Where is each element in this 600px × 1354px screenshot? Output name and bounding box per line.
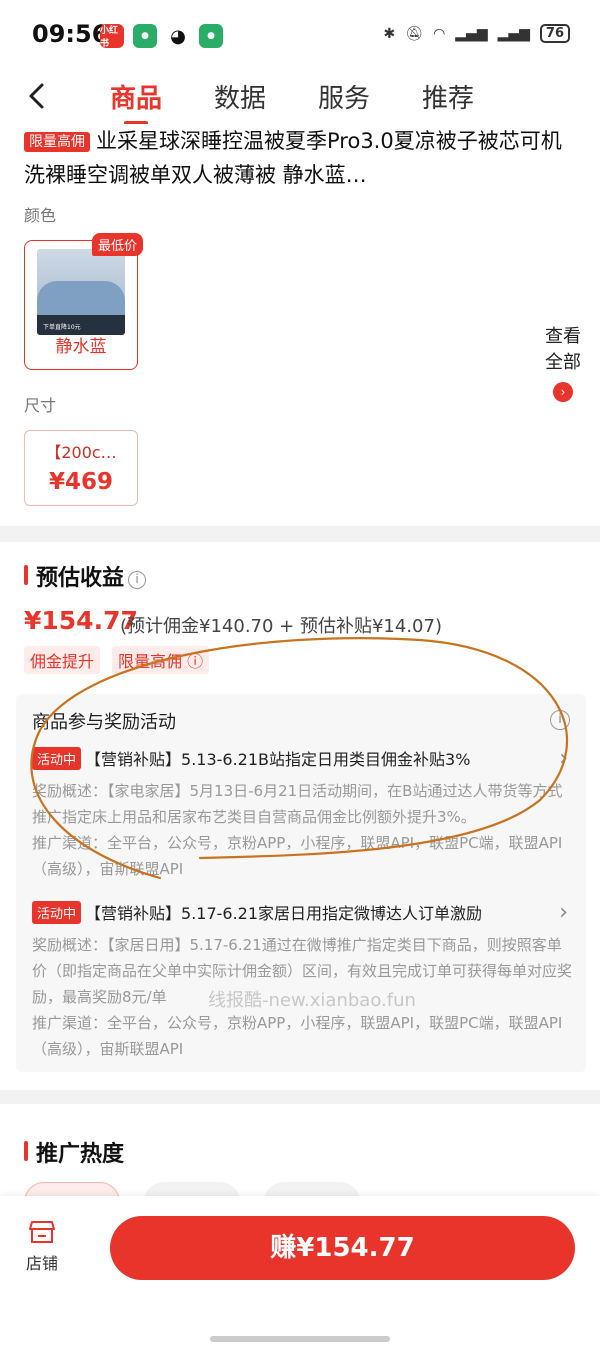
- earnings-detail: (预计佣金¥140.70 + 预估补贴¥14.07): [120, 616, 442, 637]
- xiaohongshu-icon: 小红书: [100, 24, 124, 49]
- activities-header: 商品参与奖励活动: [32, 712, 176, 733]
- info-icon[interactable]: i: [550, 710, 570, 730]
- size-option-name: 【200c…: [45, 443, 117, 462]
- status-time: 09:56: [32, 20, 109, 48]
- view-all-label: 查看全部: [545, 326, 581, 373]
- thumbnail-caption: 下单直降10元: [43, 324, 81, 331]
- heat-title: 推广热度: [24, 1136, 124, 1168]
- size-label: 尺寸: [24, 396, 57, 415]
- product-title-block: 限量高佣 业采星球深睡控温被夏季Pro3.0夏凉被子被芯可机洗裸睡空调被单双人被薄…: [24, 124, 580, 186]
- activity-title: 【营销补贴】5.17-6.21家居日用指定微博达人订单激励: [85, 904, 483, 923]
- activity-item[interactable]: 活动中 【营销补贴】5.13-6.21B站指定日用类目佣金补贴3% › 奖励概述…: [32, 746, 572, 882]
- status-app-icons: 小红书 ● ◕ ●: [100, 24, 223, 49]
- product-thumbnail: 下单直降10元: [37, 249, 125, 335]
- color-label: 颜色: [24, 206, 57, 225]
- tab-data[interactable]: 数据: [214, 78, 266, 123]
- lowest-price-badge: 最低价: [91, 233, 143, 256]
- bed-graphic: [37, 281, 125, 315]
- color-option[interactable]: 下单直降10元 最低价 静水蓝: [24, 233, 143, 370]
- tab-product[interactable]: 商品: [110, 78, 162, 125]
- chevron-right-icon: ›: [559, 746, 568, 771]
- product-card: 限量高佣 业采星球深睡控温被夏季Pro3.0夏凉被子被芯可机洗裸睡空调被单双人被薄…: [0, 124, 600, 526]
- watermark: 线报酷-new.xianbao.fun: [208, 990, 416, 1011]
- activity-status-badge: 活动中: [32, 746, 82, 770]
- product-title: 业采星球深睡控温被夏季Pro3.0夏凉被子被芯可机洗裸睡空调被单双人被薄被 静水…: [24, 129, 562, 186]
- mute-icon: 🔕︎: [405, 25, 424, 42]
- top-nav: 商品 数据 服务 推荐: [0, 72, 600, 125]
- status-bar: 09:56 小红书 ● ◕ ● ✱ 🔕︎ ◠ ▂▄▆ ▂▄▆ 76: [0, 0, 600, 72]
- size-option[interactable]: 【200c… ¥469: [24, 430, 138, 506]
- chevron-right-icon: ›: [553, 382, 573, 402]
- activity-status-badge: 活动中: [32, 900, 82, 924]
- activity-item[interactable]: 活动中 【营销补贴】5.17-6.21家居日用指定微博达人订单激励 › 奖励概述…: [32, 900, 572, 1062]
- store-button[interactable]: 店铺: [22, 1220, 62, 1274]
- limited-commission-tag[interactable]: 限量高佣 ⓘ: [112, 646, 210, 674]
- signal-icon-2: ▂▄▆: [497, 25, 530, 42]
- earnings-tags: 佣金提升 限量高佣 ⓘ: [24, 646, 210, 674]
- section-title: 预估收益 i: [24, 560, 147, 592]
- signal-icon: ▂▄▆: [455, 25, 488, 42]
- activity-description: 奖励概述：【家电家居】5月13日-6月21日活动期间，在B站通过达人带货等方式推…: [32, 782, 563, 826]
- status-indicators: ✱ 🔕︎ ◠ ▂▄▆ ▂▄▆ 76: [384, 24, 570, 43]
- qq-icon: ◕: [166, 24, 190, 48]
- wechat-icon: ●: [133, 24, 157, 48]
- tab-service[interactable]: 服务: [318, 78, 370, 123]
- nav-tabs: 商品 数据 服务 推荐: [110, 78, 474, 125]
- info-icon[interactable]: i: [128, 571, 147, 589]
- commission-boost-tag: 佣金提升: [24, 646, 101, 674]
- tab-recommend[interactable]: 推荐: [422, 78, 474, 123]
- earnings-title: 预估收益: [36, 566, 125, 591]
- wifi-icon: ◠: [433, 25, 446, 42]
- reward-activities-box: 商品参与奖励活动 i 活动中 【营销补贴】5.13-6.21B站指定日用类目佣金…: [16, 694, 586, 1072]
- store-label: 店铺: [25, 1254, 58, 1273]
- size-option-price: ¥469: [48, 469, 113, 495]
- store-icon: [29, 1221, 55, 1243]
- bluetooth-icon: ✱: [383, 25, 396, 42]
- home-indicator[interactable]: [210, 1336, 390, 1342]
- promo-tag: 限量高佣: [24, 132, 90, 152]
- bottom-action-bar: 店铺 赚¥154.77: [0, 1196, 600, 1354]
- color-option-name: 静水蓝: [55, 337, 107, 357]
- wechat-icon: ●: [199, 24, 223, 48]
- activity-title: 【营销补贴】5.13-6.21B站指定日用类目佣金补贴3%: [85, 750, 471, 769]
- battery-icon: 76: [539, 24, 570, 43]
- promotion-heat-section: 推广热度: [0, 1104, 600, 1222]
- view-all-button[interactable]: 查看全部 ›: [540, 324, 586, 402]
- earn-button[interactable]: 赚¥154.77: [110, 1216, 575, 1280]
- activity-channels: 推广渠道：全平台，公众号，京粉APP，小程序，联盟API，联盟PC端，联盟API…: [32, 1014, 563, 1058]
- chevron-right-icon: ›: [559, 900, 568, 925]
- activity-channels: 推广渠道：全平台，公众号，京粉APP，小程序，联盟API，联盟PC端，联盟API…: [32, 834, 563, 878]
- back-arrow-icon[interactable]: [26, 82, 48, 110]
